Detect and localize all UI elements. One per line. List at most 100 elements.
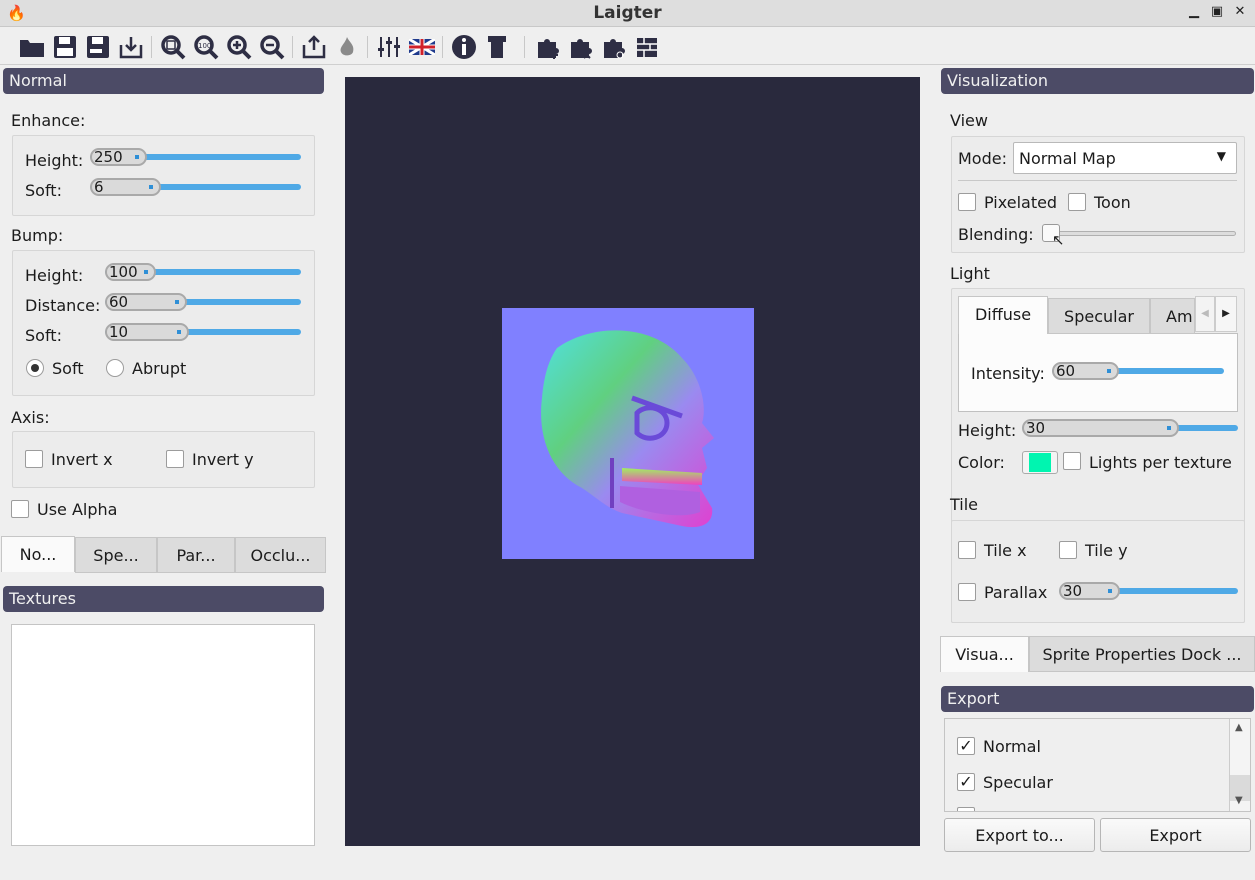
shirt-icon[interactable] — [483, 33, 511, 61]
bump-soft-slider[interactable]: 10 — [105, 323, 301, 341]
axis-label: Axis: — [11, 408, 50, 427]
invert-x-checkbox[interactable] — [25, 450, 43, 468]
tile-x-checkbox[interactable] — [958, 541, 976, 559]
enhance-height-slider[interactable]: 250 — [90, 148, 301, 166]
export-specular-label: Specular — [983, 773, 1053, 792]
tab-parallax[interactable]: Par... — [157, 537, 235, 573]
open-folder-icon[interactable] — [18, 33, 46, 61]
presets-sliders-icon[interactable] — [375, 33, 403, 61]
toon-checkbox[interactable] — [1068, 193, 1086, 211]
export-normal-checkbox[interactable]: ✓ — [957, 737, 975, 755]
textures-list[interactable] — [11, 624, 315, 846]
export-to-button[interactable]: Export to... — [944, 818, 1095, 852]
remove-light-icon[interactable] — [567, 33, 595, 61]
toon-label: Toon — [1094, 193, 1131, 212]
zoom-100-icon[interactable]: 100 — [192, 33, 220, 61]
use-alpha-checkbox[interactable] — [11, 500, 29, 518]
add-light-icon[interactable] — [534, 33, 562, 61]
pixelated-checkbox[interactable] — [958, 193, 976, 211]
slider-handle[interactable]: 250 — [90, 148, 147, 166]
zoom-in-icon[interactable] — [225, 33, 253, 61]
tile-group — [951, 520, 1245, 623]
parallax-slider[interactable]: 30 — [1059, 582, 1238, 600]
mode-select[interactable]: Normal Map ▼ — [1013, 142, 1237, 174]
title-bar: 🔥 Laigter ▁ ▣ ✕ — [0, 0, 1255, 27]
invert-y-checkbox[interactable] — [166, 450, 184, 468]
view-label: View — [950, 111, 988, 130]
export-specular-checkbox[interactable]: ✓ — [957, 773, 975, 791]
minimize-button[interactable]: ▁ — [1185, 4, 1203, 22]
toolbar-separator — [442, 36, 443, 58]
slider-handle[interactable]: 6 — [90, 178, 161, 196]
chevron-down-icon: ▼ — [1216, 149, 1226, 163]
tab-scroll-left-button[interactable]: ◀ — [1195, 296, 1215, 332]
light-color-button[interactable] — [1022, 451, 1058, 474]
normal-dock-header: Normal — [3, 68, 324, 94]
skull-normal-map-image — [541, 330, 714, 528]
tab-occlusion[interactable]: Occlu... — [235, 537, 326, 573]
scroll-up-icon[interactable]: ▲ — [1235, 722, 1243, 733]
pixelated-label: Pixelated — [984, 193, 1058, 212]
slider-handle[interactable]: 30 — [1022, 419, 1179, 437]
intensity-label: Intensity: — [971, 364, 1045, 383]
enhance-soft-slider[interactable]: 6 — [90, 178, 301, 196]
tab-normal[interactable]: No... — [1, 536, 75, 572]
bump-label: Bump: — [11, 226, 64, 245]
enhance-height-label: Height: — [25, 151, 84, 170]
light-height-label: Height: — [958, 421, 1017, 440]
tileset-icon[interactable] — [634, 33, 662, 61]
tile-label: Tile — [950, 495, 979, 514]
bump-distance-slider[interactable]: 60 — [105, 293, 301, 311]
close-button[interactable]: ✕ — [1231, 4, 1249, 22]
blending-slider[interactable] — [1042, 231, 1236, 236]
tab-sprite-properties[interactable]: Sprite Properties Dock ... — [1029, 636, 1255, 672]
toolbar: 100 — [0, 28, 1255, 65]
divider — [958, 180, 1237, 181]
bump-soft-label: Soft: — [25, 326, 62, 345]
slider-handle[interactable]: 10 — [105, 323, 189, 341]
parallax-checkbox[interactable] — [958, 583, 976, 601]
tab-ambient[interactable]: Am — [1150, 298, 1195, 334]
preview-canvas[interactable] — [345, 77, 920, 846]
tab-specular-light[interactable]: Specular — [1048, 298, 1150, 334]
export-scrollbar[interactable]: ▲ ▼ — [1229, 719, 1250, 811]
tab-scroll-right-button[interactable]: ▶ — [1215, 296, 1237, 332]
export-dock-header: Export — [941, 686, 1254, 712]
tab-visualization[interactable]: Visua... — [940, 636, 1029, 672]
light-height-slider[interactable]: 30 — [1022, 419, 1238, 437]
info-icon[interactable] — [450, 33, 478, 61]
invert-x-label: Invert x — [51, 450, 113, 469]
intensity-slider[interactable]: 60 — [1052, 362, 1224, 380]
light-settings-icon[interactable] — [600, 33, 628, 61]
language-flag-icon[interactable] — [408, 33, 436, 61]
lights-per-texture-label: Lights per texture — [1089, 453, 1232, 472]
slider-handle[interactable]: 100 — [105, 263, 156, 281]
lights-per-texture-checkbox[interactable] — [1063, 452, 1081, 470]
bump-height-label: Height: — [25, 266, 84, 285]
add-plugin-fire-icon[interactable] — [333, 33, 361, 61]
zoom-out-icon[interactable] — [258, 33, 286, 61]
soft-radio-label: Soft — [52, 359, 84, 378]
slider-handle[interactable]: 60 — [105, 293, 187, 311]
save-as-icon[interactable] — [84, 33, 112, 61]
soft-radio[interactable] — [26, 359, 44, 377]
save-icon[interactable] — [51, 33, 79, 61]
export-next-checkbox[interactable] — [957, 807, 975, 811]
import-icon[interactable] — [117, 33, 145, 61]
enhance-group — [12, 135, 315, 216]
light-label: Light — [950, 264, 990, 283]
maximize-button[interactable]: ▣ — [1208, 4, 1226, 22]
color-swatch — [1029, 453, 1051, 472]
zoom-fit-icon[interactable] — [159, 33, 187, 61]
slider-handle[interactable]: 60 — [1052, 362, 1119, 380]
tab-specular[interactable]: Spe... — [75, 537, 157, 573]
bump-height-slider[interactable]: 100 — [105, 263, 301, 281]
export-button[interactable]: Export — [1100, 818, 1251, 852]
tile-y-checkbox[interactable] — [1059, 541, 1077, 559]
scroll-down-icon[interactable]: ▼ — [1235, 795, 1243, 806]
slider-handle[interactable]: 30 — [1059, 582, 1120, 600]
export-list[interactable]: ✓ Normal ✓ Specular ▲ ▼ — [944, 718, 1251, 812]
export-icon[interactable] — [300, 33, 328, 61]
abrupt-radio[interactable] — [106, 359, 124, 377]
tab-diffuse[interactable]: Diffuse — [958, 296, 1048, 334]
